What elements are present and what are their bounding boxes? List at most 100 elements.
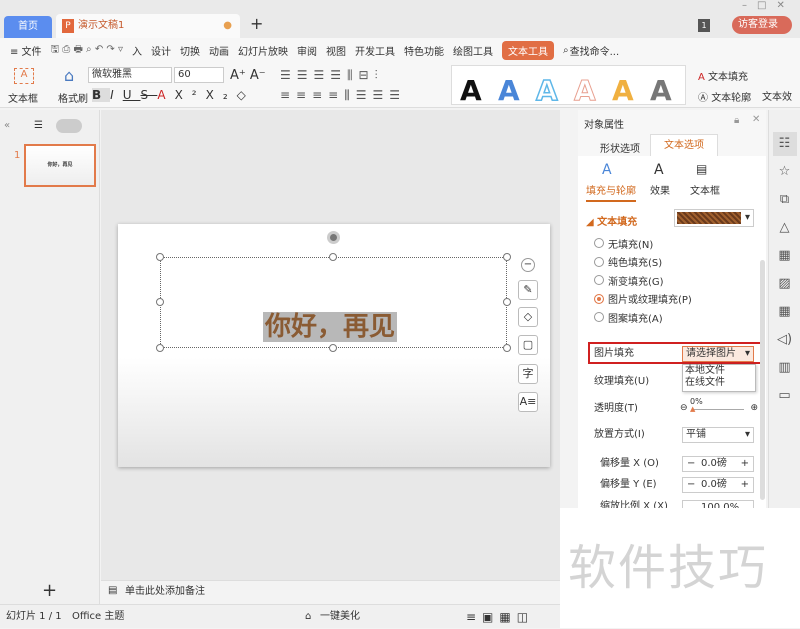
format-painter-button[interactable]: 格式刷: [58, 90, 88, 105]
menu-review[interactable]: 审阅: [297, 43, 317, 58]
panel-title[interactable]: 对象属性: [584, 116, 624, 131]
view-mode-buttons[interactable]: ≡▣▦◫: [466, 605, 534, 629]
search-command[interactable]: 查找命令...: [570, 43, 620, 58]
style-orange[interactable]: A: [612, 74, 634, 107]
style-outline-blue[interactable]: A: [535, 73, 558, 108]
tab-text-options[interactable]: 文本选项: [650, 134, 718, 156]
panel-scrollbar[interactable]: [760, 260, 765, 500]
rotate-handle[interactable]: [327, 231, 340, 244]
audio-icon[interactable]: ◁): [773, 328, 797, 352]
properties-icon[interactable]: ☷: [772, 132, 797, 156]
pen-icon[interactable]: ✎: [518, 280, 538, 300]
lock-icon[interactable]: 🔒︎: [734, 115, 739, 126]
text-effect-button[interactable]: 文本效: [762, 88, 792, 103]
tab-home[interactable]: 首页: [4, 16, 52, 38]
radio-gradient-fill[interactable]: 渐变填充(G): [594, 271, 744, 290]
title-bar: 首页 P 演示文稿1 ● + 1 访客登录 –□✕: [0, 0, 800, 38]
outline-view-icon[interactable]: ☰: [34, 120, 43, 131]
text-style-gallery[interactable]: A A A A A A: [451, 65, 686, 108]
format-buttons[interactable]: BIUSAX²X₂◇: [92, 88, 255, 102]
menu-insert[interactable]: 入: [132, 43, 142, 58]
table-icon[interactable]: ▦: [773, 300, 797, 324]
text-fill-icon: A: [698, 72, 705, 83]
radio-no-fill[interactable]: 无填充(N): [594, 234, 744, 253]
font-size-select[interactable]: 60: [174, 67, 224, 83]
radio-picture-fill[interactable]: 图片或纹理填充(P): [594, 290, 744, 309]
menu-drawing-tools[interactable]: 绘图工具: [453, 43, 493, 58]
shape-icon[interactable]: △: [773, 216, 797, 240]
add-slide-button[interactable]: +: [42, 580, 57, 601]
fill-icon[interactable]: ◇: [518, 307, 538, 327]
text-char-icon[interactable]: 字: [518, 364, 538, 384]
slide-thumbnail-pane: « ☰ 1 你好，再见 +: [0, 110, 100, 604]
menu-developer[interactable]: 开发工具: [355, 43, 395, 58]
tab-shape-options[interactable]: 形状选项: [600, 140, 640, 155]
notes-icon: ▤: [108, 585, 118, 596]
fill-texture-select[interactable]: ▾: [674, 209, 754, 227]
menu-file[interactable]: ≡ 文件: [10, 43, 42, 58]
slide-thumbnail[interactable]: 你好，再见: [24, 144, 96, 187]
archive-icon[interactable]: ▭: [773, 384, 797, 408]
menu-transition[interactable]: 切换: [180, 43, 200, 58]
subtab-fill-outline[interactable]: 填充与轮廓: [586, 182, 636, 202]
slide-count: 幻灯片 1 / 1: [6, 611, 62, 622]
increase-icon: ⊕: [750, 403, 758, 413]
star-icon[interactable]: ☆: [773, 160, 797, 184]
text-layout-icon[interactable]: A≡: [518, 392, 538, 412]
tab-document[interactable]: P 演示文稿1 ●: [56, 14, 240, 38]
collapse-icon[interactable]: «: [4, 120, 10, 131]
menu-features[interactable]: 特色功能: [404, 43, 444, 58]
login-button[interactable]: 访客登录: [732, 16, 792, 34]
menu-slideshow[interactable]: 幻灯片放映: [238, 43, 288, 58]
style-black[interactable]: A: [460, 74, 482, 107]
text-outline-button[interactable]: Ⓐ 文本轮廓: [698, 89, 751, 104]
placement-select[interactable]: 平铺 ▾: [682, 427, 754, 443]
textbox-button[interactable]: 文本框: [8, 90, 38, 105]
text-outline-icon: Ⓐ: [698, 93, 708, 104]
subtab-effect[interactable]: 效果: [650, 182, 670, 197]
image-icon[interactable]: ▨: [773, 272, 797, 296]
apps-icon[interactable]: ▦: [773, 244, 797, 268]
theme-name[interactable]: Office 主题: [72, 605, 124, 629]
textbox-icon: A: [14, 68, 34, 84]
decrease-icon: ⊖: [680, 403, 688, 413]
menu-view[interactable]: 视图: [326, 43, 346, 58]
align-tools[interactable]: ≡≡≡≡⫼☰☰☰: [280, 88, 406, 103]
beautify-button[interactable]: 一键美化: [320, 605, 360, 629]
new-tab-button[interactable]: +: [250, 14, 263, 33]
offset-x-stepper[interactable]: −0.0磅 +: [682, 456, 754, 472]
offset-y-stepper[interactable]: −0.0磅 +: [682, 477, 754, 493]
menu-design[interactable]: 设计: [151, 43, 171, 58]
radio-pattern-fill[interactable]: 图案填充(A): [594, 308, 744, 327]
picture-fill-select[interactable]: 请选择图片 ▾: [682, 346, 754, 362]
close-icon[interactable]: ✕: [752, 114, 760, 125]
slide-text[interactable]: 你好，再见: [263, 312, 398, 342]
notes-area[interactable]: 单击此处添加备注: [101, 580, 560, 604]
section-text-fill[interactable]: ◢ 文本填充: [586, 213, 637, 228]
slide-view-icon[interactable]: [56, 119, 82, 133]
radio-solid-fill[interactable]: 纯色填充(S): [594, 253, 744, 272]
style-outline-pink[interactable]: A: [574, 74, 597, 108]
watermark: 软件技巧: [560, 508, 800, 628]
quick-access-icons[interactable]: 🖫 ⎙ 🖶 ⌕ ↶ ↷ ▿: [51, 42, 123, 59]
font-grow-shrink[interactable]: A⁺ A⁻: [230, 68, 266, 83]
brush-icon: ⌂: [64, 66, 75, 85]
right-icon-bar: ☷ ☆ ⧉ △ ▦ ▨ ▦ ◁) ▥ ▭: [768, 110, 800, 510]
font-select[interactable]: 微软雅黑: [88, 67, 172, 83]
menu-animation[interactable]: 动画: [209, 43, 229, 58]
chart-icon[interactable]: ▥: [773, 356, 797, 380]
border-icon[interactable]: ▢: [518, 335, 538, 355]
subtab-textbox[interactable]: 文本框: [690, 182, 720, 197]
window-controls[interactable]: –□✕: [742, 0, 795, 11]
replace-icon[interactable]: ⧉: [773, 188, 797, 212]
style-gray[interactable]: A: [650, 74, 672, 107]
paragraph-tools[interactable]: ☰☰☰☰⫼⊟⫶: [280, 68, 384, 83]
window-count-badge[interactable]: 1: [698, 19, 710, 32]
style-blue[interactable]: A: [498, 74, 520, 107]
collapse-tools-icon[interactable]: −: [521, 258, 535, 272]
menu-text-tools[interactable]: 文本工具: [501, 40, 554, 60]
ribbon: A 文本框 ⌂ 格式刷 微软雅黑 60 BIUSAX²X₂◇ A⁺ A⁻ ☰☰☰…: [0, 62, 800, 108]
unsaved-dot: ●: [223, 20, 232, 31]
transparency-slider[interactable]: ⊖ 0% ▲ ⊕: [680, 397, 758, 415]
text-fill-button[interactable]: A 文本填充: [698, 68, 748, 83]
